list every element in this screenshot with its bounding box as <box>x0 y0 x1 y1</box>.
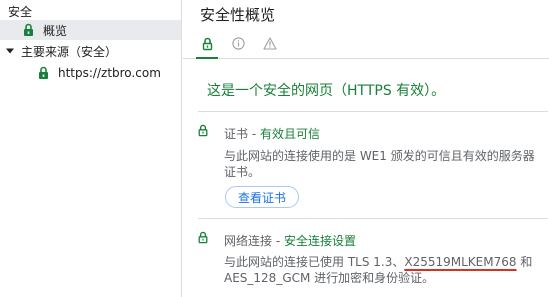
security-overview-panel: 安全性概览 这是一个安全的网页（HTTPS 有效）。 证书 - 有效且可信 与此… <box>183 0 549 297</box>
connection-desc-middle: 和 <box>516 255 533 269</box>
tab-warning[interactable] <box>255 29 285 58</box>
sidebar-item-main-origin[interactable]: 主要来源（安全） <box>0 41 181 61</box>
sidebar-item-label: 主要来源（安全） <box>21 44 118 59</box>
page-title: 安全性概览 <box>200 6 276 24</box>
lock-icon <box>202 37 213 51</box>
view-certificate-button[interactable]: 查看证书 <box>225 186 299 208</box>
lock-icon <box>38 66 49 80</box>
key-exchange-name: X25519MLKEM768 <box>404 255 517 269</box>
info-icon <box>231 37 245 50</box>
divider <box>198 111 548 112</box>
separator: - <box>248 127 260 141</box>
connection-desc-prefix: 与此网站的连接已使用 TLS 1.3、 <box>224 255 405 269</box>
lock-icon <box>198 124 208 137</box>
lock-icon <box>198 231 208 244</box>
connection-label: 网络连接 <box>224 234 273 248</box>
connection-description: 与此网站的连接已使用 TLS 1.3、X25519MLKEM768 和 AES_1… <box>224 254 544 286</box>
separator: - <box>272 234 284 248</box>
lock-icon <box>23 23 34 37</box>
certificate-label: 证书 <box>224 127 249 141</box>
connection-status: 安全连接设置 <box>283 234 356 248</box>
triangle-down-icon[interactable] <box>6 47 14 55</box>
divider <box>198 218 548 219</box>
tab-strip <box>183 29 549 59</box>
certificate-section: 证书 - 有效且可信 与此网站的连接使用的是 WE1 颁发的可信且有效的服务器证… <box>198 124 548 208</box>
connection-section: 网络连接 - 安全连接设置 与此网站的连接已使用 TLS 1.3、X25519M… <box>198 231 548 286</box>
certificate-description: 与此网站的连接使用的是 WE1 颁发的可信且有效的服务器证书。 <box>224 149 535 179</box>
sidebar-heading: 安全 <box>8 5 33 19</box>
sidebar-item-origin-url[interactable]: https://ztbro.com <box>0 63 181 83</box>
security-summary: 这是一个安全的网页（HTTPS 有效）。 <box>207 83 446 99</box>
warning-icon <box>263 37 277 50</box>
connection-desc-suffix: AES_128_GCM 进行加密和身份验证。 <box>224 271 435 285</box>
tab-secure[interactable] <box>192 29 222 59</box>
sidebar-item-label: https://ztbro.com <box>58 66 161 80</box>
certificate-status: 有效且可信 <box>259 127 320 141</box>
sidebar-item-label: 概览 <box>43 23 68 38</box>
tab-info[interactable] <box>223 29 253 58</box>
sidebar-item-overview[interactable]: 概览 <box>0 20 181 40</box>
security-sidebar: 安全 概览 主要来源（安全） https://ztbro.com <box>0 0 182 297</box>
